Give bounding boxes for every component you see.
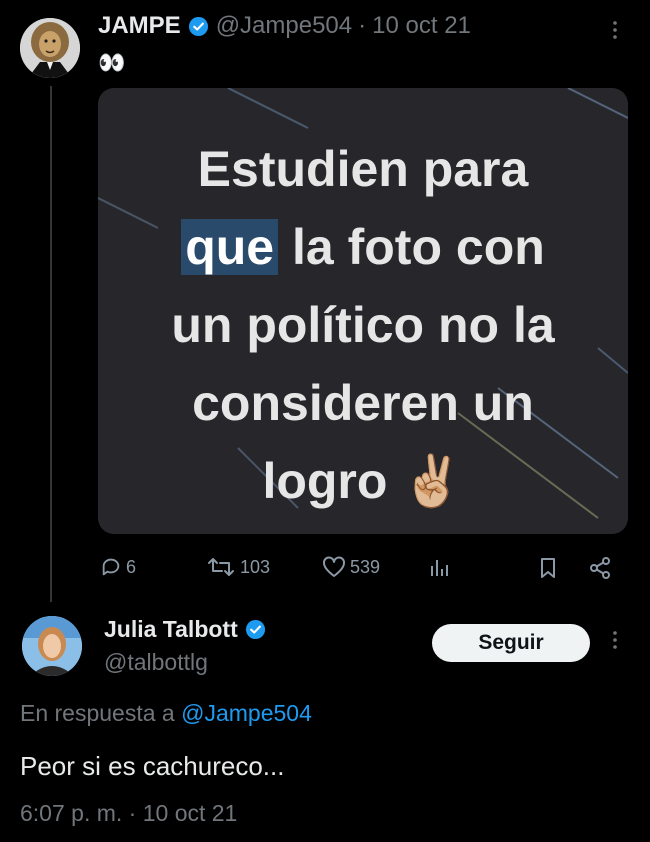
- retweet-count: 103: [240, 556, 271, 577]
- more-icon[interactable]: [608, 18, 622, 48]
- retweet-button[interactable]: 103: [206, 556, 270, 578]
- author-handle[interactable]: @talbottlg: [104, 649, 208, 676]
- retweet-icon: [208, 558, 234, 576]
- image-text-line-1: Estudien para: [197, 141, 529, 197]
- image-text-line-5: logro ✌🏼: [262, 453, 464, 509]
- tweet-text: 👀: [98, 50, 126, 75]
- tweet-timestamp[interactable]: 6:07 p. m. · 10 oct 21: [20, 800, 237, 827]
- lion-avatar-image: [20, 18, 80, 78]
- reply-count: 6: [126, 556, 137, 577]
- like-button[interactable]: 539: [322, 556, 380, 578]
- like-count: 539: [350, 556, 381, 577]
- reply-to-link[interactable]: @Jampe504: [181, 700, 312, 726]
- share-icon: [590, 557, 610, 579]
- reply-context: En respuesta a @Jampe504: [20, 700, 312, 727]
- tweet-image[interactable]: Estudien para que la foto con un polític…: [98, 88, 628, 534]
- verified-icon: [188, 16, 208, 36]
- tweet-actions: 6 103 539: [98, 556, 628, 582]
- author-name[interactable]: Julia Talbott: [104, 616, 238, 643]
- julia-avatar-image: [22, 616, 82, 676]
- tweet-text: Peor si es cachureco...: [20, 751, 285, 781]
- like-icon: [323, 556, 345, 577]
- bookmark-button[interactable]: [538, 556, 562, 580]
- reply-prefix: En respuesta a: [20, 700, 182, 726]
- reply-icon: [102, 558, 120, 576]
- image-text-line-2: que la foto con: [98, 208, 628, 286]
- follow-button[interactable]: Seguir: [432, 624, 590, 662]
- image-text-highlight: que: [181, 219, 279, 275]
- share-button[interactable]: [588, 556, 616, 580]
- bookmark-icon: [541, 558, 555, 578]
- more-icon[interactable]: [608, 628, 622, 658]
- verified-icon: [245, 619, 265, 640]
- thread-connector-line: [50, 86, 52, 602]
- reply-button[interactable]: 6: [100, 556, 136, 578]
- views-button[interactable]: [428, 556, 454, 578]
- author-name[interactable]: JAMPE: [98, 12, 181, 40]
- avatar[interactable]: [22, 616, 82, 676]
- image-text-line-3: un político no la: [171, 297, 555, 353]
- reply-author-header: Julia Talbott: [104, 616, 273, 643]
- views-icon: [431, 560, 448, 576]
- avatar[interactable]: [20, 18, 80, 78]
- tweet-date[interactable]: 10 oct 21: [372, 12, 471, 40]
- image-text-line-4: consideren un: [192, 375, 534, 431]
- author-handle[interactable]: @Jampe504: [216, 12, 352, 40]
- image-text-line-2-rest: la foto con: [278, 219, 545, 275]
- separator: ·: [358, 12, 367, 39]
- image-caption: Estudien para que la foto con un polític…: [98, 130, 628, 520]
- tweet-header: JAMPE @Jampe504 · 10 oct 21: [98, 12, 471, 40]
